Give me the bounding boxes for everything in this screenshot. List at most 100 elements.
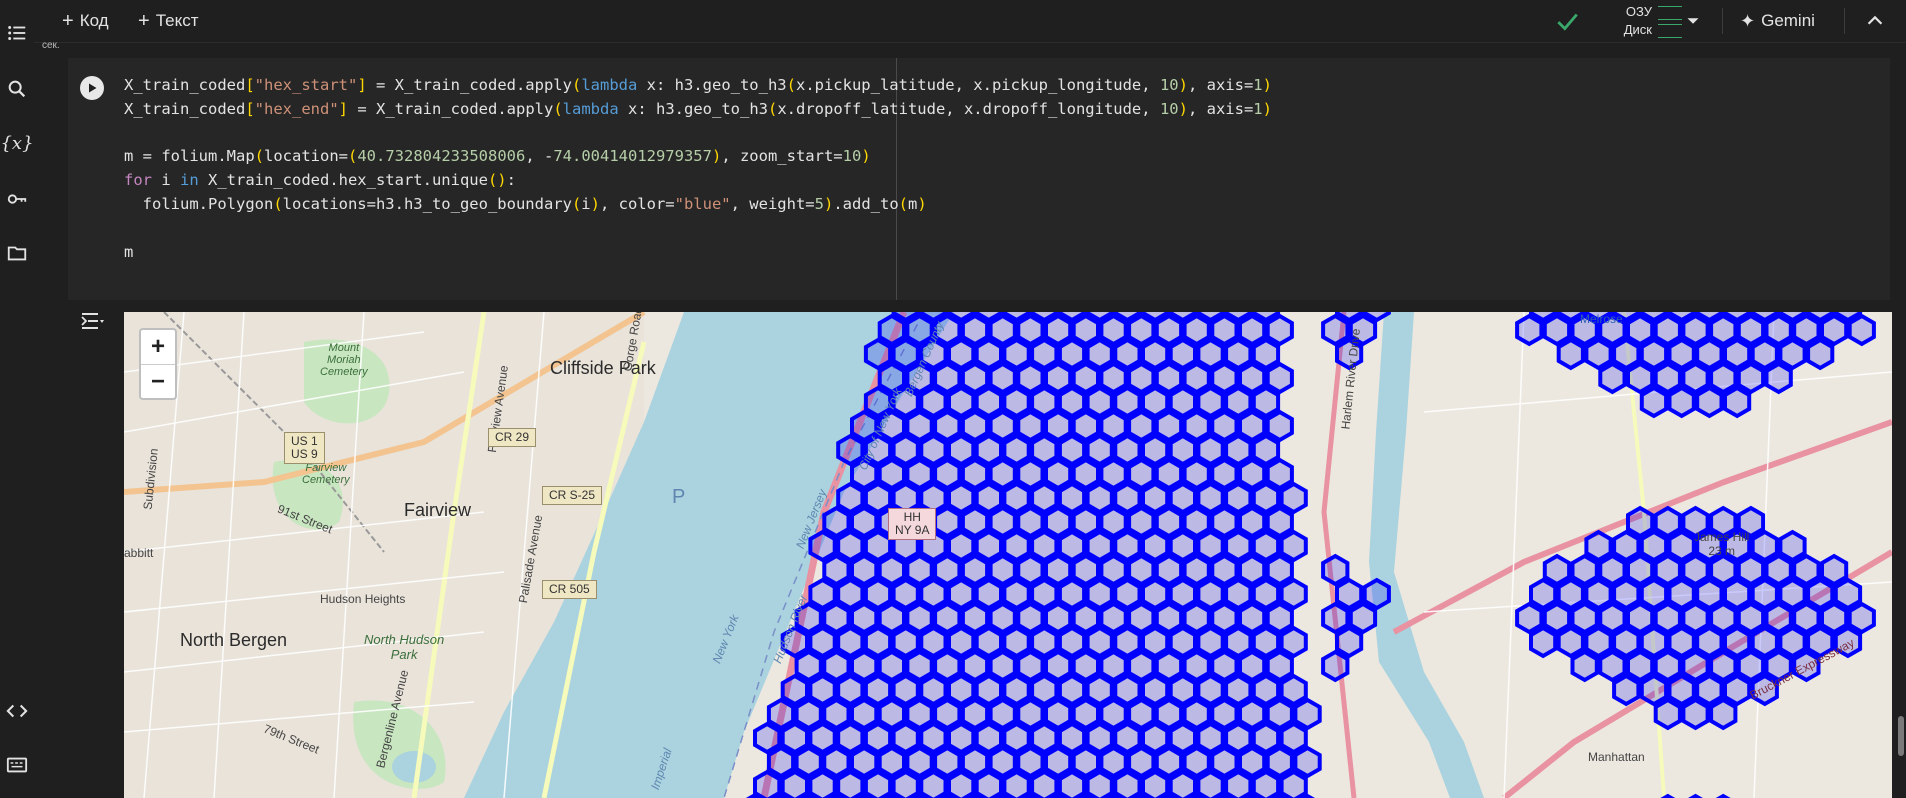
h3-hexagon <box>1002 769 1031 798</box>
add-code-cell-button[interactable]: + Код <box>56 7 115 35</box>
code-snippets-icon[interactable] <box>0 694 34 728</box>
gemini-button[interactable]: ✦ Gemini <box>1734 7 1821 35</box>
h3-hexagon <box>1168 721 1197 755</box>
h3-hexagon <box>1321 553 1350 587</box>
h3-hexagon <box>905 457 934 491</box>
h3-hexagon <box>1265 649 1294 683</box>
h3-hexagon <box>933 553 962 587</box>
h3-hexagon <box>1113 673 1142 707</box>
h3-hexagon <box>863 625 893 659</box>
h3-hexagon <box>1044 457 1073 491</box>
h3-hexagon <box>1251 769 1281 798</box>
h3-hexagon <box>1099 553 1128 587</box>
h3-hexagon <box>1030 577 1059 611</box>
h3-hexagon <box>919 385 948 419</box>
h3-hexagon <box>905 409 934 443</box>
h3-hexagon <box>1071 697 1100 731</box>
chevron-up-icon[interactable] <box>1864 10 1886 32</box>
h3-hexagon <box>1127 745 1156 779</box>
h3-hexagon <box>1196 625 1225 659</box>
h3-hexagon <box>1626 313 1655 347</box>
left-sidebar-rail: {x} <box>0 0 34 798</box>
chevron-down-icon[interactable] <box>1682 10 1704 32</box>
h3-hexagon <box>1251 577 1281 611</box>
files-folder-icon[interactable] <box>0 236 34 270</box>
h3-hexagon <box>836 769 865 798</box>
h3-hexagon <box>1709 361 1738 395</box>
h3-hexagon <box>1736 313 1766 347</box>
h3-hexagon <box>1806 577 1835 611</box>
h3-hexagon <box>933 697 962 731</box>
h3-hexagon <box>1196 577 1225 611</box>
h3-hexagon <box>1362 577 1391 611</box>
search-icon[interactable] <box>0 72 34 106</box>
h3-hexagon <box>1057 625 1087 659</box>
h3-hexagon <box>1141 337 1170 371</box>
h3-hexagon <box>1570 553 1599 587</box>
table-of-contents-icon[interactable] <box>0 16 34 50</box>
h3-hexagon <box>974 529 1003 563</box>
h3-hexagon <box>1057 337 1087 371</box>
h3-hexagon <box>1113 625 1142 659</box>
h3-hexagon <box>988 697 1017 731</box>
h3-hexagon <box>933 457 962 491</box>
h3-hexagon <box>1168 385 1197 419</box>
h3-hexagon <box>1071 553 1100 587</box>
h3-hexagon <box>1723 337 1752 371</box>
h3-hexagon <box>1321 313 1350 347</box>
h3-hexagon <box>1238 553 1267 587</box>
h3-hexagon <box>877 553 906 587</box>
h3-hexagon <box>1016 505 1045 539</box>
h3-hexagon <box>1113 481 1142 515</box>
shield-hh-ny9a: HH NY 9A <box>888 508 937 540</box>
code-editor[interactable]: X_train_coded["hex_start"] = X_train_cod… <box>124 74 1272 264</box>
h3-hexagon <box>863 577 893 611</box>
h3-hexagon <box>1542 601 1572 635</box>
h3-hexagon <box>1653 649 1682 683</box>
h3-hexagon <box>1736 553 1766 587</box>
h3-hexagon <box>974 481 1003 515</box>
h3-hexagon <box>1044 361 1073 395</box>
h3-hexagon <box>1168 337 1197 371</box>
h3-hexagon <box>753 769 782 798</box>
h3-hexagon <box>1016 649 1045 683</box>
h3-hexagon <box>1265 457 1294 491</box>
zoom-in-button[interactable]: + <box>141 330 175 364</box>
code-line: X_train_coded["hex_start"] = X_train_cod… <box>124 76 1272 94</box>
h3-hexagon <box>1681 601 1710 635</box>
connected-check-icon[interactable] <box>1554 8 1580 34</box>
h3-hexagon <box>1085 337 1114 371</box>
h3-hexagon <box>1196 337 1225 371</box>
h3-hexagon <box>1002 625 1031 659</box>
folium-map[interactable]: + − Cliffside Park Fairview North Bergen… <box>124 312 1892 798</box>
h3-hexagon <box>1667 625 1696 659</box>
h3-hexagon <box>836 721 865 755</box>
map-zoom-control[interactable]: + − <box>139 328 177 400</box>
run-cell-button[interactable] <box>80 76 104 100</box>
h3-hexagon <box>1154 457 1184 491</box>
ram-usage-bar <box>1658 6 1682 20</box>
variables-icon[interactable]: {x} <box>0 126 34 160</box>
h3-hexagon <box>1335 577 1364 611</box>
h3-hexagon <box>1639 385 1669 419</box>
h3-hexagon <box>1529 625 1558 659</box>
secrets-key-icon[interactable] <box>0 182 34 216</box>
h3-hexagon <box>1044 601 1073 635</box>
h3-hexagon <box>822 505 851 539</box>
h3-hexagon <box>822 553 851 587</box>
h3-hexagon <box>1141 529 1170 563</box>
h3-hexagon <box>1071 361 1100 395</box>
h3-hexagon <box>1196 769 1225 798</box>
output-actions-icon[interactable] <box>80 310 106 332</box>
h3-hexagon <box>1030 769 1059 798</box>
h3-hexagon <box>1154 361 1184 395</box>
scrollbar-thumb[interactable] <box>1898 716 1904 756</box>
terminal-icon[interactable] <box>0 748 34 782</box>
h3-hexagon <box>1279 721 1308 755</box>
zoom-out-button[interactable]: − <box>141 364 175 399</box>
add-text-cell-button[interactable]: + Текст <box>132 7 205 35</box>
h3-hexagon <box>1057 769 1087 798</box>
h3-hexagon <box>1168 481 1197 515</box>
h3-hexagon <box>822 697 851 731</box>
h3-hexagon <box>974 385 1003 419</box>
